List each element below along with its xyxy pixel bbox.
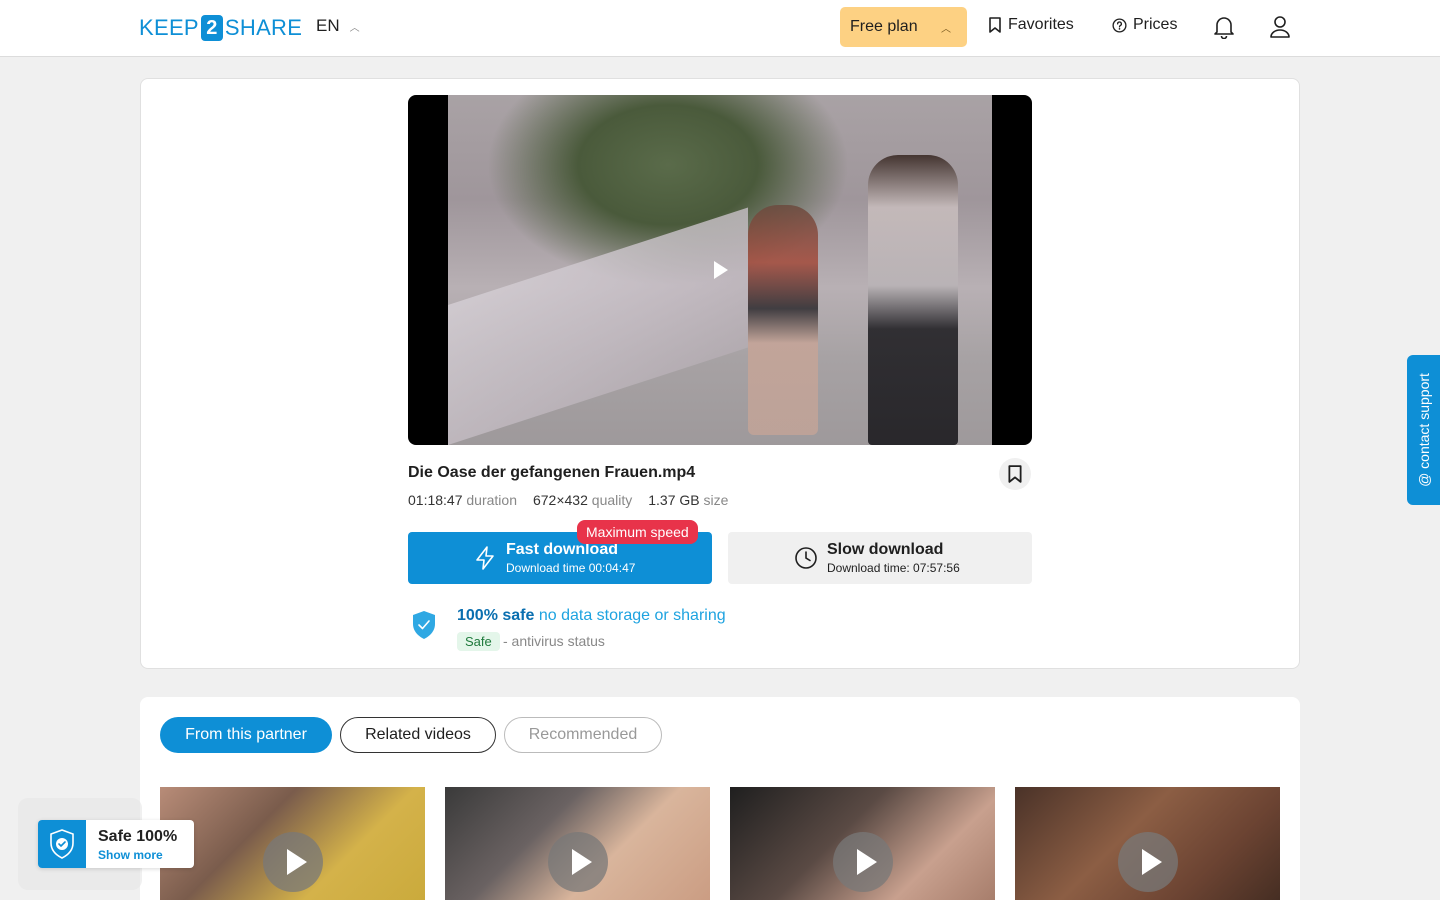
tab-from-partner[interactable]: From this partner <box>160 717 332 753</box>
help-circle-icon <box>1112 17 1127 33</box>
prices-link[interactable]: Prices <box>1112 16 1177 34</box>
play-icon[interactable] <box>263 832 323 892</box>
safe-widget-icon-box <box>38 820 86 868</box>
video-thumbnail[interactable] <box>1015 787 1280 900</box>
safety-statement: 100% safe no data storage or sharing <box>457 607 726 624</box>
slow-download-title: Slow download <box>827 541 944 558</box>
bell-icon[interactable] <box>1213 15 1235 39</box>
prices-label: Prices <box>1133 16 1178 33</box>
lightning-icon <box>476 546 494 570</box>
fast-download-time: Download time 00:04:47 <box>506 561 636 575</box>
clock-icon <box>795 547 817 569</box>
slow-download-time: Download time: 07:57:56 <box>827 561 960 575</box>
meta-quality: 672×432 quality <box>532 492 633 508</box>
video-thumbnail[interactable] <box>160 787 425 900</box>
plan-label: Free plan <box>850 18 918 35</box>
video-thumbnail[interactable] <box>445 787 710 900</box>
safe-widget-title: Safe 100% <box>98 828 178 845</box>
add-favorite-button[interactable] <box>999 458 1031 490</box>
shield-check-icon <box>413 611 435 639</box>
shield-check-icon <box>50 829 74 859</box>
video-scene <box>868 155 958 445</box>
logo-text-left: KEEP <box>139 15 199 40</box>
favorites-link[interactable]: Favorites <box>988 16 1074 34</box>
language-label: EN <box>316 16 340 35</box>
user-icon[interactable] <box>1270 15 1290 39</box>
play-icon[interactable] <box>714 261 728 279</box>
tab-recommended[interactable]: Recommended <box>504 717 662 753</box>
play-icon[interactable] <box>833 832 893 892</box>
header: KEEP 2 SHARE EN ︿ Free plan ︿ Favorites … <box>0 0 1440 57</box>
logo-text-mid: 2 <box>200 15 223 41</box>
contact-support-label: @ contact support <box>1415 373 1432 487</box>
contact-support-tab[interactable]: @ contact support <box>1407 355 1440 505</box>
antivirus-status: - antivirus status <box>503 633 605 649</box>
bookmark-icon <box>989 17 1001 33</box>
chevron-up-icon: ︿ <box>349 22 360 34</box>
favorites-label: Favorites <box>1008 16 1074 33</box>
video-thumbnail[interactable] <box>730 787 995 900</box>
tab-related-videos[interactable]: Related videos <box>340 717 496 753</box>
logo-text-right: SHARE <box>224 15 303 40</box>
slow-download-button[interactable]: Slow download Download time: 07:57:56 <box>728 532 1032 584</box>
play-icon[interactable] <box>548 832 608 892</box>
bookmark-icon <box>1008 465 1022 483</box>
antivirus-badge: Safe <box>457 632 500 651</box>
file-name: Die Oase der gefangenen Frauen.mp4 <box>408 464 696 481</box>
file-meta: 01:18:47 duration 672×432 quality 1.37 G… <box>408 492 728 508</box>
max-speed-badge: Maximum speed <box>577 520 698 544</box>
language-selector[interactable]: EN ︿ <box>316 16 360 36</box>
play-icon[interactable] <box>1118 832 1178 892</box>
logo[interactable]: KEEP 2 SHARE <box>139 14 302 42</box>
safe-widget-link[interactable]: Show more <box>98 848 163 862</box>
safe-widget[interactable]: Safe 100% Show more <box>38 820 194 868</box>
meta-size: 1.37 GB size <box>648 492 729 508</box>
video-player[interactable] <box>408 95 1032 445</box>
plan-button[interactable]: Free plan ︿ <box>840 7 967 47</box>
meta-duration: 01:18:47 duration <box>408 492 517 508</box>
video-scene <box>748 205 818 435</box>
chevron-up-icon: ︿ <box>941 23 951 35</box>
